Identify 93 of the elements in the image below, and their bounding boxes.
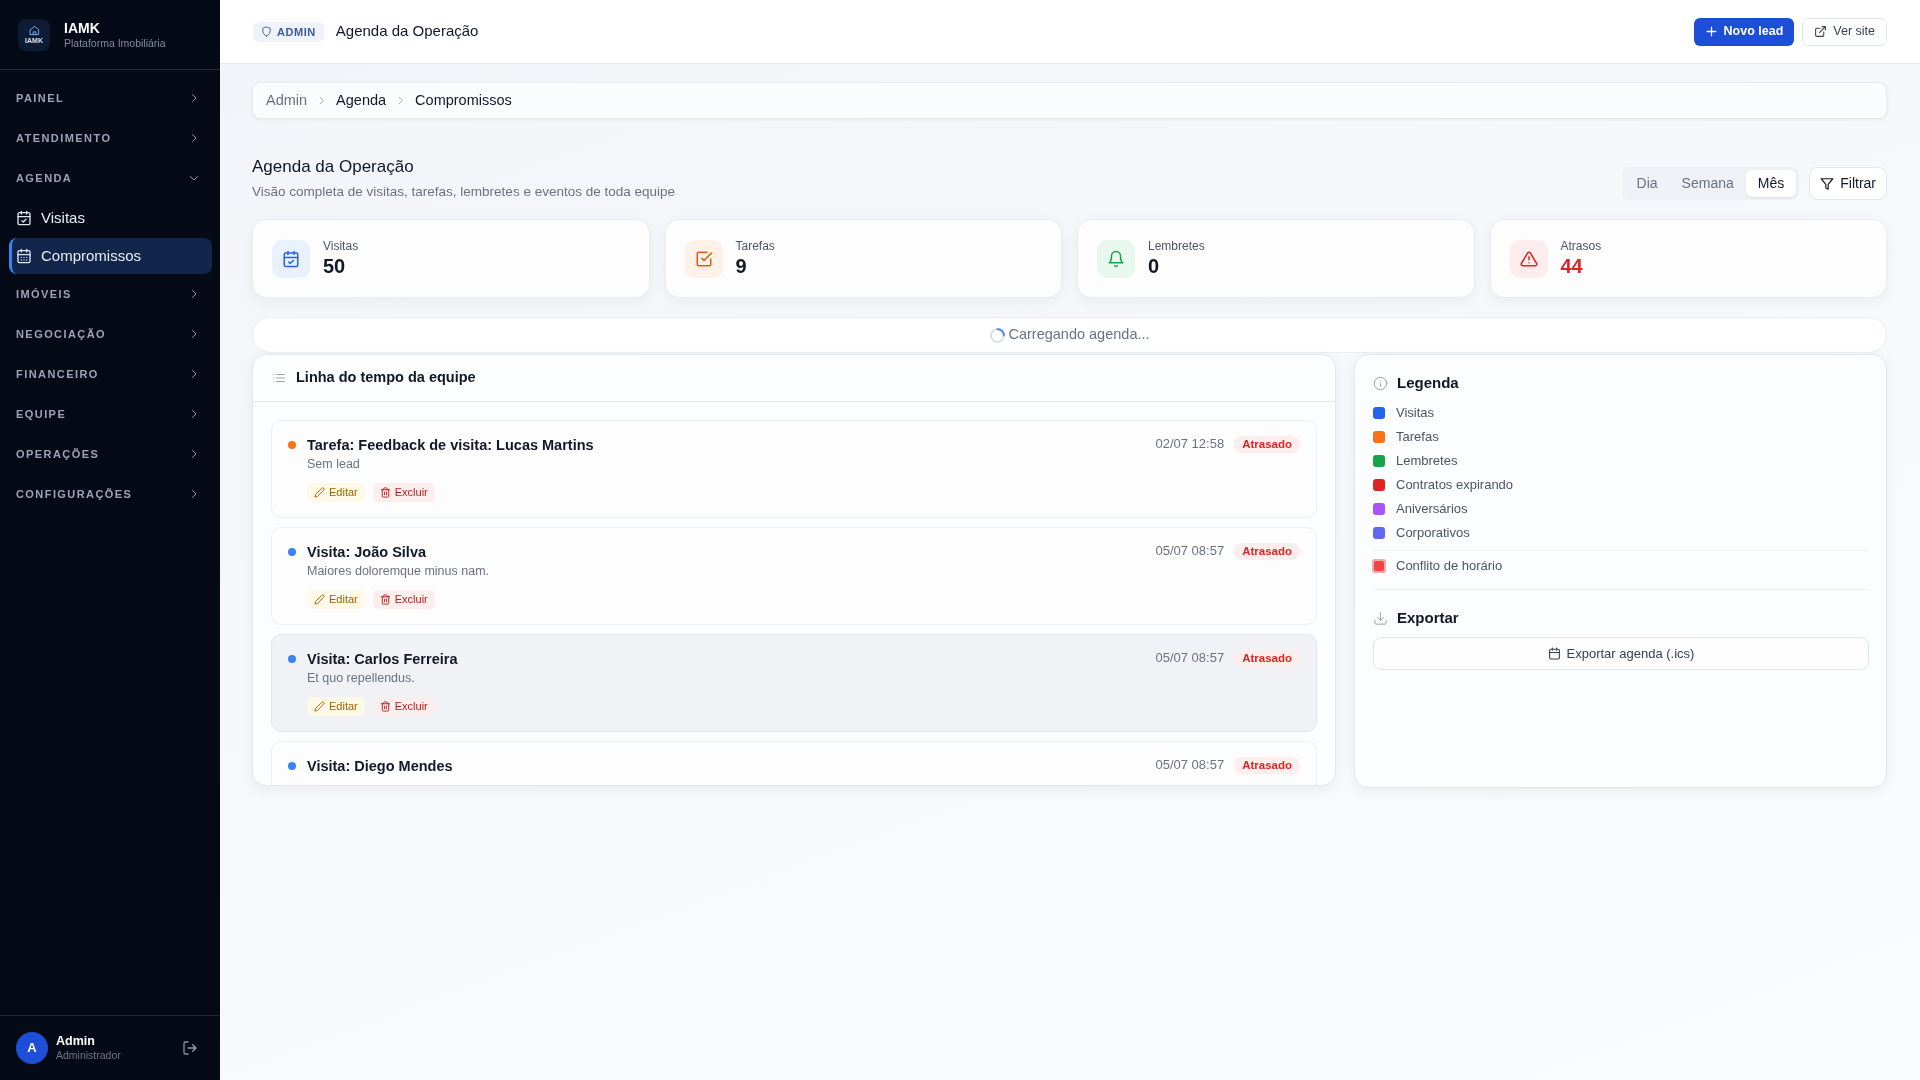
delete-button[interactable]: Excluir <box>372 483 435 502</box>
delete-button[interactable]: Excluir <box>372 697 435 716</box>
legend-label: Tarefas <box>1396 428 1439 447</box>
calendar-check-icon <box>16 210 32 226</box>
legend-label: Corporativos <box>1396 524 1470 543</box>
filter-icon <box>1820 176 1835 191</box>
entry-time: 05/07 08:57 <box>1155 542 1225 560</box>
pencil-icon <box>314 701 325 712</box>
filter-button[interactable]: Filtrar <box>1809 167 1887 200</box>
nav-section[interactable]: ATENDIMENTO <box>0 118 220 158</box>
edit-button[interactable]: Editar <box>307 590 365 609</box>
entry-title: Tarefa: Feedback de visita: Lucas Martins <box>307 436 595 455</box>
calendar-icon <box>1547 647 1561 660</box>
stat-value: 9 <box>735 254 748 278</box>
external-link-icon <box>1814 25 1828 38</box>
entry-time: 05/07 08:57 <box>1155 649 1225 667</box>
user-role: Administrador <box>56 1049 121 1062</box>
entry-title: Visita: João Silva <box>307 543 427 562</box>
pencil-icon <box>314 594 325 605</box>
legend-label: Lembretes <box>1396 452 1458 471</box>
nav-section[interactable]: PAINEL <box>0 78 220 118</box>
spinner-icon <box>989 326 1007 344</box>
user-name: Admin <box>56 1034 96 1049</box>
entry-time: 02/07 12:58 <box>1155 435 1225 453</box>
delete-button[interactable]: Excluir <box>372 590 435 609</box>
stat-label: Atrasos <box>1560 239 1602 254</box>
page-heading: Agenda da Operação <box>335 21 479 42</box>
stat-label: Lembretes <box>1148 239 1205 254</box>
stat-label: Visitas <box>323 239 359 254</box>
house-icon <box>28 24 40 36</box>
loading-text: Carregando agenda... <box>1008 325 1150 345</box>
entry-subtitle: Sem lead <box>307 456 361 473</box>
entry-title: Visita: Carlos Ferreira <box>307 650 459 669</box>
trash-icon <box>379 701 391 712</box>
export-title: Exportar <box>1397 607 1459 628</box>
entry-title: Visita: Diego Mendes <box>307 757 454 776</box>
trash-icon <box>379 487 391 498</box>
nav-section[interactable]: AGENDA <box>0 158 220 198</box>
checkbox-icon <box>684 239 723 278</box>
status-badge: Atrasado <box>1234 649 1300 667</box>
calendar-check-icon <box>272 239 310 278</box>
legend-label: Contratos expirando <box>1396 476 1514 495</box>
status-badge: Atrasado <box>1234 756 1300 774</box>
export-button[interactable]: Exportar agenda (.ics) <box>1373 637 1869 670</box>
pencil-icon <box>314 487 325 498</box>
nav-section[interactable]: FINANCEIRO <box>0 354 220 394</box>
view-tab[interactable]: Mês <box>1745 170 1797 197</box>
nav-section[interactable]: OPERAÇÕES <box>0 434 220 474</box>
nav-section[interactable]: CONFIGURAÇÕES <box>0 474 220 514</box>
new-lead-button[interactable]: Novo lead <box>1693 17 1795 46</box>
brand-name: IAMK <box>64 19 101 37</box>
legend-label: Aniversários <box>1396 500 1468 519</box>
breadcrumb-link[interactable]: Agenda <box>336 89 387 112</box>
nav-section[interactable]: NEGOCIAÇÃO <box>0 314 220 354</box>
legend-title: Legenda <box>1397 372 1459 393</box>
timeline-title: Linha do tempo da equipe <box>296 368 476 388</box>
nav-section[interactable]: EQUIPE <box>0 394 220 434</box>
breadcrumb-link[interactable]: Admin <box>266 89 308 112</box>
stat-value: 0 <box>1148 254 1161 278</box>
edit-button[interactable]: Editar <box>307 483 365 502</box>
logout-icon[interactable] <box>182 1040 198 1056</box>
nav-item[interactable]: Compromissos <box>9 238 212 274</box>
page-title: Agenda da Operação <box>252 156 415 178</box>
view-tab[interactable]: Dia <box>1624 170 1670 197</box>
breadcrumb-current: Compromissos <box>415 90 512 110</box>
stat-label: Tarefas <box>735 239 775 254</box>
legend-label: Conflito de horário <box>1396 557 1503 576</box>
stat-value: 44 <box>1560 254 1584 278</box>
nav-section[interactable]: IMÓVEIS <box>0 274 220 314</box>
trash-icon <box>379 594 391 605</box>
entry-subtitle: Maiores doloremque minus nam. <box>307 563 491 580</box>
download-icon <box>1373 610 1388 626</box>
nav-item[interactable]: Visitas <box>9 200 212 236</box>
plus-icon <box>1704 25 1718 38</box>
entry-time: 05/07 08:57 <box>1155 756 1225 774</box>
edit-button[interactable]: Editar <box>307 697 365 716</box>
view-tab[interactable]: Semana <box>1669 170 1746 197</box>
entry-subtitle: Et quo repellendus. <box>307 670 416 687</box>
page-subtitle: Visão completa de visitas, tarefas, lembretes e eventos de toda equipe <box>252 183 675 201</box>
warning-icon <box>1509 239 1548 278</box>
avatar: A <box>16 1032 48 1064</box>
view-site-button[interactable]: Ver site <box>1802 17 1887 46</box>
info-icon <box>1373 375 1388 391</box>
brand-tagline: Plataforma Imobiliária <box>64 36 166 50</box>
bell-icon <box>1097 239 1135 278</box>
calendar-icon <box>16 248 32 264</box>
list-icon <box>272 371 286 385</box>
shield-icon <box>261 26 272 37</box>
status-badge: Atrasado <box>1234 542 1300 560</box>
role-text: ADMIN <box>277 25 316 38</box>
stat-value: 50 <box>323 254 347 278</box>
status-badge: Atrasado <box>1234 435 1300 453</box>
legend-label: Visitas <box>1396 404 1435 423</box>
